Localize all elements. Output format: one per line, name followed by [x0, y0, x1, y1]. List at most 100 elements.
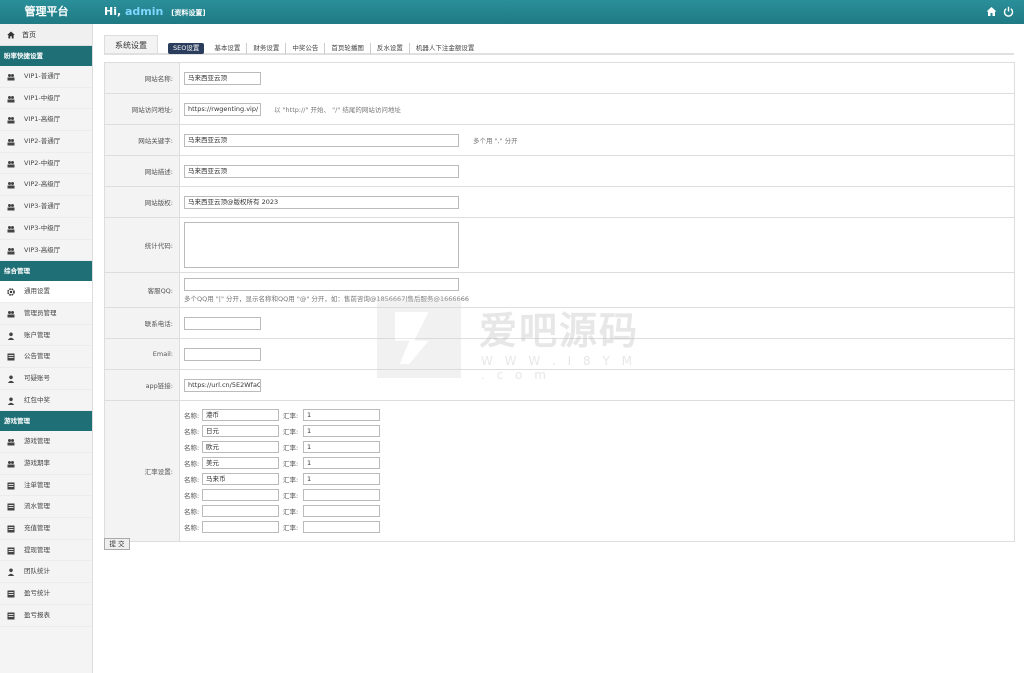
subtab-basic[interactable]: 基本设置 [208, 43, 248, 54]
rate-name-input[interactable]: 港币 [202, 409, 279, 421]
field-label: 网站版权: [105, 187, 180, 217]
sidebar-item[interactable]: 管理员管理 [0, 303, 92, 325]
sidebar-item[interactable]: VIP3-中级厅 [0, 218, 92, 240]
sidebar-item[interactable]: 公告管理 [0, 346, 92, 368]
rate-name-input[interactable]: 美元 [202, 457, 279, 469]
rate-value-input[interactable] [303, 521, 380, 533]
sidebar-item[interactable]: VIP2-普通厅 [0, 131, 92, 153]
email-input[interactable] [184, 347, 261, 361]
rates-list: 名称: 港币 汇率: 1 名称: 日元 汇率: 1 名称: 欧元 汇率: 1 名称: 美元 汇率: 1 … [180, 401, 1014, 541]
sidebar-item[interactable]: 可疑账号 [0, 368, 92, 390]
subtab-robot-bet[interactable]: 机器人下注金额设置 [410, 43, 481, 54]
sidebar-item-label: 游戏管理 [24, 437, 50, 446]
field-label: 网站关键字: [105, 125, 180, 155]
field-label: Email: [105, 339, 180, 369]
rate-value-input[interactable]: 1 [303, 441, 380, 453]
sidebar-item[interactable]: VIP2-高级厅 [0, 174, 92, 197]
group-icon [7, 247, 15, 254]
sidebar-item[interactable]: VIP3-高级厅 [0, 240, 92, 262]
rate-name-label: 名称: [184, 508, 200, 516]
rate-name-input[interactable]: 马来币 [202, 473, 279, 485]
rate-name-input[interactable] [202, 521, 279, 533]
user-icon [7, 375, 15, 383]
sidebar-item[interactable]: VIP1-中级厅 [0, 88, 92, 110]
rate-value-label: 汇率: [283, 476, 299, 484]
sidebar-item[interactable]: 盈亏统计 [0, 583, 92, 605]
greeting-text: Hi, [104, 5, 122, 18]
sidebar-item-label: 管理员管理 [24, 308, 57, 317]
service-qq-input[interactable] [184, 277, 459, 291]
watermark-logo-icon [377, 298, 461, 378]
profile-settings-link[interactable]: [资料设置] [171, 9, 205, 17]
rate-name-input[interactable]: 欧元 [202, 441, 279, 453]
keywords-input[interactable]: 马来西亚云顶 [184, 133, 459, 147]
sidebar-item[interactable]: VIP3-普通厅 [0, 196, 92, 218]
rate-name-input[interactable] [202, 489, 279, 501]
sidebar-item-label: VIP3-普通厅 [24, 202, 61, 211]
app-link-input[interactable]: https://url.cn/5E2WfaQ [184, 378, 261, 392]
stats-code-textarea[interactable] [184, 222, 459, 268]
list-icon [7, 590, 15, 598]
rate-name-label: 名称: [184, 412, 200, 420]
description-input[interactable]: 马来西亚云顶 [184, 164, 459, 178]
sidebar-item-label: 流水管理 [24, 502, 50, 511]
rate-value-input[interactable] [303, 505, 380, 517]
sidebar-item-label: VIP1-普通厅 [24, 72, 61, 80]
group-icon [7, 225, 15, 233]
sidebar-item-label: VIP2-中级厅 [24, 158, 61, 167]
sidebar-item-general-settings[interactable]: 通用设置 [0, 281, 92, 303]
sidebar-item[interactable]: 注单管理 [0, 475, 92, 497]
site-url-input[interactable]: https://rwgenting.vip/ [184, 102, 261, 116]
subtab-carousel[interactable]: 首页轮播图 [325, 43, 371, 54]
form-row-copyright: 网站版权: 马来西亚云顶@版权所有 2023 [105, 187, 1014, 218]
rate-value-label: 汇率: [283, 444, 299, 452]
sidebar-item[interactable]: 游戏期率 [0, 453, 92, 475]
sidebar-item-label: 首页 [22, 31, 36, 39]
sidebar-item[interactable]: 红包中奖 [0, 390, 92, 412]
list-icon [7, 547, 15, 555]
group-icon [7, 95, 15, 103]
site-name-input[interactable]: 马来西亚云顶 [184, 71, 261, 85]
rate-row: 名称: 汇率: [184, 519, 1014, 535]
rate-name-label: 名称: [184, 428, 200, 436]
list-icon [7, 353, 15, 361]
subtab-finance[interactable]: 财务设置 [247, 43, 287, 54]
sidebar-item-label: VIP1-高级厅 [24, 115, 61, 124]
phone-input[interactable] [184, 316, 261, 330]
rate-name-input[interactable]: 日元 [202, 425, 279, 437]
rate-name-label: 名称: [184, 460, 200, 468]
greeting: Hi, admin [资料设置] [104, 0, 206, 24]
field-label: 网站描述: [105, 156, 180, 186]
brand-title: 管理平台 [24, 5, 69, 18]
rate-value-input[interactable]: 1 [303, 457, 380, 469]
subtab-seo[interactable]: SEO设置 [168, 43, 205, 54]
power-icon[interactable] [1003, 6, 1014, 17]
rate-value-input[interactable]: 1 [303, 409, 380, 421]
rate-row: 名称: 日元 汇率: 1 [184, 423, 1014, 439]
group-icon [7, 117, 15, 124]
sidebar-item-label: VIP3-高级厅 [24, 245, 61, 254]
sidebar-item[interactable]: VIP2-中级厅 [0, 153, 92, 175]
sidebar-item[interactable]: 提现管理 [0, 540, 92, 562]
home-icon[interactable] [986, 6, 997, 17]
sidebar-item-home[interactable]: 首页 [0, 24, 92, 46]
sidebar-item[interactable]: 账户管理 [0, 325, 92, 347]
rate-name-input[interactable] [202, 505, 279, 517]
sidebar-item[interactable]: 团队统计 [0, 561, 92, 584]
sidebar-item[interactable]: VIP1-普通厅 [0, 66, 92, 88]
sidebar-item[interactable]: 盈亏报表 [0, 605, 92, 627]
copyright-input[interactable]: 马来西亚云顶@版权所有 2023 [184, 195, 459, 209]
sidebar-item-label: 团队统计 [24, 567, 50, 576]
sidebar-item[interactable]: 流水管理 [0, 496, 92, 519]
subtab-rebate[interactable]: 反水设置 [371, 43, 410, 54]
sidebar-item[interactable]: VIP1-高级厅 [0, 109, 92, 132]
tab-system-settings[interactable]: 系统设置 [104, 35, 158, 54]
rate-value-input[interactable]: 1 [303, 425, 380, 437]
rate-value-input[interactable] [303, 489, 380, 501]
submit-button[interactable]: 提 交 [104, 538, 130, 550]
sidebar-item[interactable]: 充值管理 [0, 518, 92, 540]
sidebar-item[interactable]: 游戏管理 [0, 431, 92, 453]
rate-value-label: 汇率: [283, 412, 299, 420]
rate-value-input[interactable]: 1 [303, 473, 380, 485]
subtab-winning-notice[interactable]: 中奖公告 [286, 43, 326, 54]
